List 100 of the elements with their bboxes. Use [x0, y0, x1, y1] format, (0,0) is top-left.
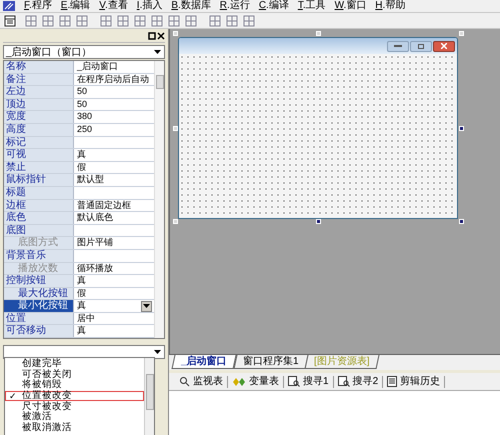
property-value: 在程序启动后自动: [77, 74, 149, 86]
resize-handle[interactable]: [316, 219, 321, 224]
menu-item[interactable]: E.编辑: [60, 0, 90, 12]
caret-icon: [154, 50, 161, 54]
property-name[interactable]: 名称: [4, 61, 74, 73]
property-value: _启动窗口: [77, 61, 118, 73]
event-item[interactable]: 可否被关闭: [5, 370, 144, 380]
event-item[interactable]: 被取消激活: [5, 422, 144, 434]
panel-tab[interactable]: 搜寻1: [288, 374, 329, 389]
dropdown-button[interactable]: [141, 300, 152, 312]
property-value: 真: [77, 325, 86, 338]
property-value: 250: [77, 124, 92, 136]
grid-icon[interactable]: [134, 14, 146, 26]
property-value: 假: [77, 162, 86, 174]
property-name[interactable]: 鼠标指针: [4, 174, 74, 186]
close-icon: [441, 43, 447, 49]
menu-item[interactable]: I.插入: [136, 0, 162, 12]
document-tab[interactable]: 窗口程序集1: [233, 355, 308, 369]
resize-handle[interactable]: [459, 219, 464, 224]
property-value: 真: [77, 275, 86, 287]
caret-icon: [143, 304, 150, 308]
form-icon[interactable]: [4, 14, 16, 26]
grid-icon[interactable]: [76, 14, 88, 26]
grid-icon[interactable]: [117, 14, 129, 26]
menu-item[interactable]: V.查看: [99, 0, 128, 12]
property-name[interactable]: 宽度: [4, 111, 74, 123]
scrollbar[interactable]: [144, 358, 154, 435]
event-item[interactable]: 被激活: [5, 412, 144, 423]
resize-handle[interactable]: [316, 31, 321, 36]
grid-icon[interactable]: [185, 14, 197, 26]
menu-item[interactable]: R.运行: [220, 0, 250, 12]
property-name[interactable]: 可视: [4, 149, 74, 161]
property-name[interactable]: 边框: [4, 200, 74, 212]
property-value: 真: [77, 149, 86, 161]
property-name[interactable]: 底图: [4, 224, 74, 236]
event-item[interactable]: ✓ 位置被改变: [5, 390, 144, 402]
property-value: 50: [77, 86, 88, 98]
property-name[interactable]: 最大化按钮: [4, 288, 74, 300]
close-icon[interactable]: [157, 32, 165, 40]
grid-icon[interactable]: [151, 14, 163, 26]
menu-item[interactable]: H.帮助: [375, 0, 406, 12]
property-name[interactable]: 禁止: [4, 162, 74, 174]
property-value: 380: [77, 111, 92, 123]
property-name[interactable]: 顶边: [4, 98, 74, 110]
property-name[interactable]: 备注: [4, 74, 74, 86]
panel-tab[interactable]: 变量表: [232, 374, 279, 389]
grid-icon[interactable]: [226, 14, 238, 26]
grid-icon[interactable]: [168, 14, 180, 26]
property-value: 普通固定边框: [77, 200, 131, 212]
resize-handle[interactable]: [173, 31, 178, 36]
property-name[interactable]: 标记: [4, 136, 74, 148]
property-name[interactable]: 左边: [4, 86, 74, 98]
resize-handle[interactable]: [459, 126, 464, 131]
resize-handle[interactable]: [173, 219, 178, 224]
scrollbar[interactable]: [154, 61, 164, 338]
grid-icon[interactable]: [59, 14, 71, 26]
panel-tab[interactable]: 剪辑历史: [387, 374, 440, 389]
diamonds-icon: [232, 376, 246, 386]
property-value: 图片平铺: [77, 237, 113, 249]
event-item[interactable]: 创建完毕: [5, 359, 144, 370]
find-icon: [338, 376, 350, 387]
grid-icon[interactable]: [42, 14, 54, 26]
property-name[interactable]: 最小化按钮: [4, 300, 74, 312]
resize-handle[interactable]: [459, 31, 464, 36]
resize-handle[interactable]: [173, 126, 178, 131]
grid-icon[interactable]: [25, 14, 37, 26]
panel-tab[interactable]: 监视表: [179, 374, 223, 389]
grid-icon[interactable]: [243, 14, 255, 26]
document-tab[interactable]: _启动窗口: [172, 355, 236, 369]
event-dropdown-menu[interactable]: 创建完毕 可否被关闭 将被销毁 ✓ 位置被改变 尺寸被改变 被激活 被取消激活: [4, 357, 155, 435]
property-name[interactable]: 底色: [4, 212, 74, 224]
search-icon: [179, 376, 190, 387]
property-value: 50: [77, 98, 88, 110]
property-name[interactable]: 背景音乐: [4, 250, 74, 262]
property-name[interactable]: 控制按钮: [4, 275, 74, 287]
object-selector[interactable]: _启动窗口（窗口）: [3, 45, 165, 59]
caret-icon: [154, 350, 161, 354]
property-value: 默认底色: [77, 212, 113, 224]
document-icon: [387, 376, 398, 387]
menu-item[interactable]: C.编译: [258, 0, 289, 12]
close-button[interactable]: [433, 40, 455, 52]
property-value: 循环播放: [77, 262, 113, 274]
event-item[interactable]: 尺寸被改变: [5, 401, 144, 412]
event-item[interactable]: 将被销毁: [5, 380, 144, 391]
property-value: 假: [77, 288, 86, 300]
minimize-button[interactable]: [387, 40, 409, 52]
restore-icon[interactable]: [148, 32, 156, 40]
find-icon: [288, 376, 300, 387]
property-name[interactable]: 标题: [4, 186, 74, 199]
property-value: 真: [77, 300, 86, 312]
property-name[interactable]: 高度: [4, 124, 74, 136]
property-value: 居中: [77, 312, 95, 324]
grid-icon[interactable]: [209, 14, 221, 26]
property-name[interactable]: 位置: [4, 312, 74, 324]
menu-item[interactable]: T.工具: [298, 0, 326, 12]
property-name[interactable]: 可否移动: [4, 325, 74, 338]
property-value: 默认型: [77, 174, 104, 186]
panel-tab[interactable]: 搜寻2: [338, 374, 378, 389]
grid-icon[interactable]: [100, 14, 112, 26]
maximize-button[interactable]: [410, 40, 432, 52]
